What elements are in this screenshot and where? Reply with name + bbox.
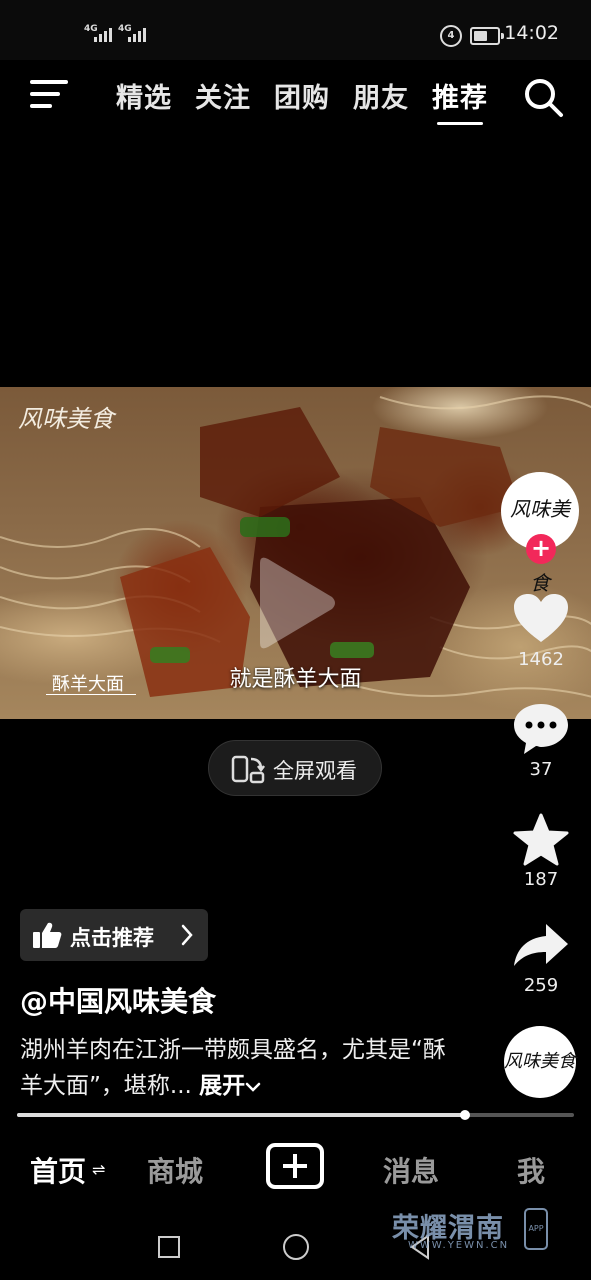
menu-icon[interactable] xyxy=(30,78,68,110)
favorite-count: 187 xyxy=(523,869,559,890)
dish-name-underline xyxy=(46,694,136,695)
follow-button[interactable]: + xyxy=(526,534,556,564)
tab-tuijian[interactable]: 推荐 xyxy=(432,76,488,115)
home-button[interactable] xyxy=(283,1234,309,1260)
active-tab-indicator xyxy=(437,122,483,125)
volte-icon: 4 xyxy=(440,25,462,47)
favorite-star-icon[interactable] xyxy=(512,812,570,868)
watermark-url: WWW.YEWN.CN xyxy=(408,1240,510,1251)
fullscreen-button[interactable]: 全屏观看 xyxy=(208,740,382,796)
channel-logo-text: 风味美食 xyxy=(18,405,114,433)
clock: 14:02 xyxy=(504,22,559,44)
search-icon[interactable] xyxy=(522,76,564,118)
recommend-label: 点击推荐 xyxy=(70,926,154,950)
thumbs-up-icon xyxy=(33,922,62,948)
rotate-screen-icon xyxy=(231,755,265,784)
music-disc[interactable]: 风味美食 xyxy=(504,1026,576,1098)
video-progress-bar[interactable] xyxy=(17,1110,574,1120)
tab-me[interactable]: 我 xyxy=(517,1150,545,1190)
battery-icon xyxy=(470,27,504,45)
progress-fill xyxy=(17,1113,466,1117)
chevron-down-icon xyxy=(245,1082,261,1092)
chevron-right-icon xyxy=(181,924,193,946)
watermark-app-badge: APP xyxy=(524,1208,548,1250)
like-heart-icon[interactable] xyxy=(512,592,570,644)
tab-mall[interactable]: 商城 xyxy=(147,1150,203,1190)
comment-count: 37 xyxy=(529,759,553,780)
fullscreen-label: 全屏观看 xyxy=(273,759,357,783)
share-arrow-icon[interactable] xyxy=(512,920,570,970)
share-count: 259 xyxy=(523,975,559,996)
author-username[interactable]: @中国风味美食 xyxy=(20,980,216,1020)
expand-label: 展开 xyxy=(199,1073,246,1099)
status-bar: 4G 4G 4 14:02 xyxy=(0,0,591,60)
refresh-icon: ⇌ xyxy=(92,1160,106,1179)
signal-icon: 4G xyxy=(84,24,114,42)
expand-link[interactable]: 展开 xyxy=(199,1073,261,1099)
signal-label: 4G xyxy=(118,24,132,34)
comment-icon[interactable] xyxy=(512,702,570,756)
tab-jingxuan[interactable]: 精选 xyxy=(116,76,172,115)
progress-handle[interactable] xyxy=(460,1110,471,1120)
tab-guanzhu[interactable]: 关注 xyxy=(195,76,251,115)
create-button[interactable] xyxy=(266,1143,324,1189)
channel-logo: 风味美食 xyxy=(18,399,114,434)
recommend-chip[interactable]: 点击推荐 xyxy=(20,909,208,961)
post-description: 湖州羊肉在江浙一带颇具盛名，尤其是“酥羊大面”，堪称... 展开 xyxy=(20,1032,460,1104)
play-icon[interactable] xyxy=(252,555,338,651)
signal-label: 4G xyxy=(84,24,98,34)
tab-home[interactable]: 首页 xyxy=(30,1150,86,1190)
like-count: 1462 xyxy=(518,649,564,670)
tab-messages[interactable]: 消息 xyxy=(383,1150,439,1190)
tab-pengyou[interactable]: 朋友 xyxy=(353,76,409,115)
recent-apps-button[interactable] xyxy=(158,1236,180,1258)
signal-icon: 4G xyxy=(118,24,148,42)
tab-tuangou[interactable]: 团购 xyxy=(274,76,330,115)
